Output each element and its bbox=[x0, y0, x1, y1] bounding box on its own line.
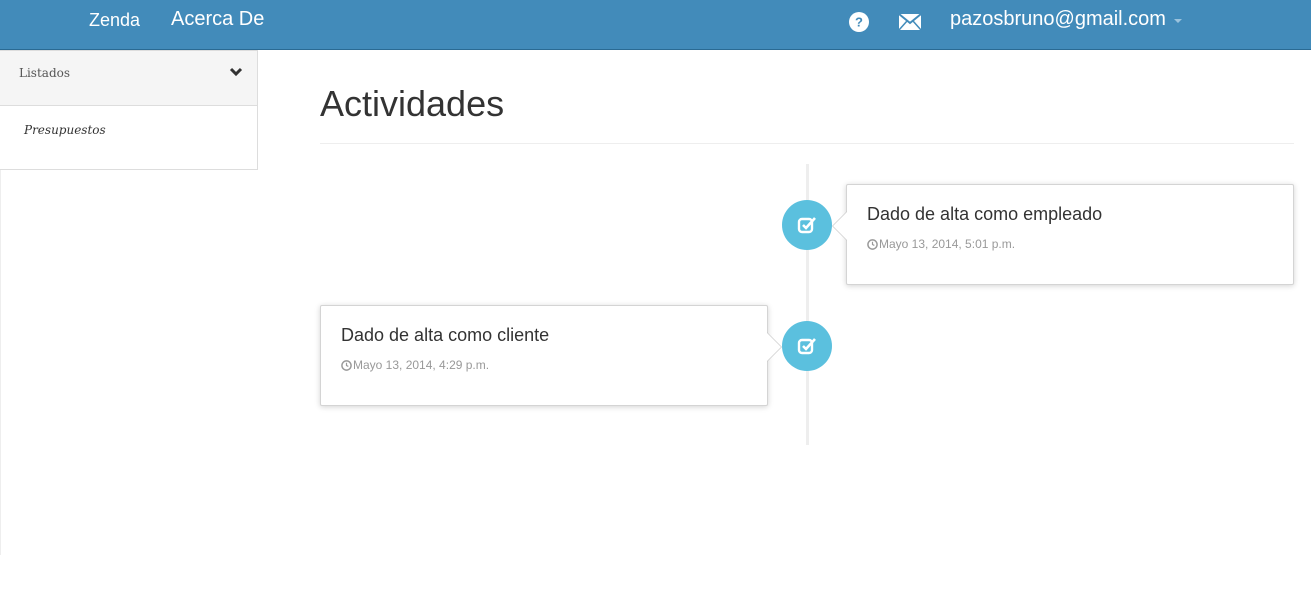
clock-icon bbox=[867, 238, 878, 250]
timeline-time-text: Mayo 13, 2014, 4:29 p.m. bbox=[353, 358, 490, 372]
divider bbox=[0, 170, 1, 555]
check-square-icon bbox=[797, 217, 816, 234]
caret-down-icon bbox=[1173, 19, 1182, 23]
question-circle-icon[interactable]: ? bbox=[847, 11, 871, 33]
user-menu-dropdown[interactable]: pazosbruno@gmail.com bbox=[950, 8, 1182, 31]
check-square-icon bbox=[797, 338, 816, 355]
timeline-time-text: Mayo 13, 2014, 5:01 p.m. bbox=[879, 237, 1016, 251]
top-navbar: Zenda Acerca De ? pazosbruno@gmail.com bbox=[0, 0, 1311, 50]
sidebar-section-listados[interactable]: Listados bbox=[0, 51, 257, 106]
timeline-badge bbox=[782, 200, 832, 250]
clock-icon bbox=[341, 359, 352, 371]
chevron-down-icon bbox=[229, 67, 243, 77]
timeline-panel: Dado de alta como empleado Mayo 13, 2014… bbox=[832, 184, 1294, 285]
user-email: pazosbruno@gmail.com bbox=[950, 8, 1166, 30]
timeline-panel: Dado de alta como cliente Mayo 13, 2014,… bbox=[320, 305, 782, 406]
svg-text:?: ? bbox=[855, 15, 863, 30]
sidebar-section-label: Listados bbox=[19, 66, 71, 80]
envelope-icon[interactable] bbox=[898, 11, 922, 33]
sidebar: Listados Presupuestos bbox=[0, 50, 258, 170]
brand-link[interactable]: Zenda bbox=[89, 10, 140, 31]
about-link[interactable]: Acerca De bbox=[171, 8, 264, 31]
divider bbox=[320, 143, 1294, 144]
timeline-time: Mayo 13, 2014, 5:01 p.m. bbox=[867, 237, 1015, 251]
page-title: Actividades bbox=[320, 83, 505, 124]
timeline-title: Dado de alta como empleado bbox=[867, 204, 1103, 224]
timeline-badge bbox=[782, 321, 832, 371]
sidebar-item-presupuestos[interactable]: Presupuestos bbox=[24, 123, 106, 137]
timeline-title: Dado de alta como cliente bbox=[341, 325, 550, 345]
timeline-time: Mayo 13, 2014, 4:29 p.m. bbox=[341, 358, 489, 372]
